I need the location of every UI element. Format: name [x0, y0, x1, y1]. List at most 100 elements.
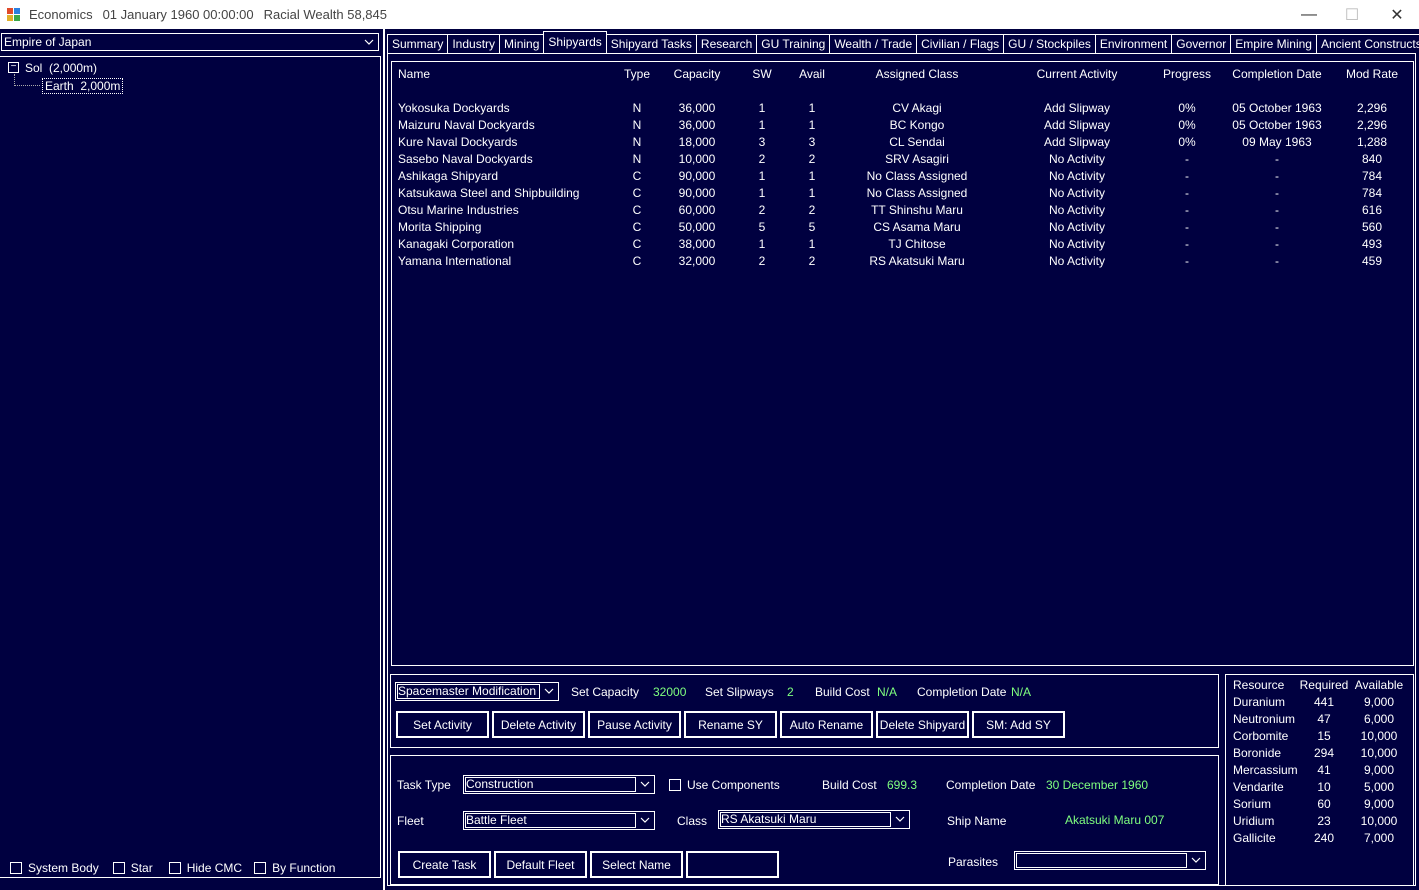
chevron-down-icon	[362, 34, 376, 50]
checkbox-icon	[10, 862, 22, 874]
pane-divider[interactable]	[383, 29, 385, 890]
maximize-button[interactable]: ☐	[1329, 0, 1375, 29]
blank-button[interactable]	[686, 851, 779, 878]
task-type-label: Task Type	[397, 778, 451, 792]
table-cell: RS Akatsuki Maru	[869, 254, 965, 268]
column-header[interactable]: Assigned Class	[837, 67, 997, 81]
tab-mining[interactable]: Mining	[499, 34, 545, 53]
chevron-down-icon	[638, 776, 652, 792]
default-fleet-button[interactable]: Default Fleet	[494, 851, 587, 878]
tab-research[interactable]: Research	[695, 34, 758, 53]
ship-name-value[interactable]: Akatsuki Maru 007	[1065, 813, 1164, 827]
tab-shipyards[interactable]: Shipyards	[543, 31, 607, 52]
table-cell: CS Asama Maru	[873, 220, 961, 234]
task-completion-label: Completion Date	[946, 778, 1036, 792]
resource-value: 240	[1313, 831, 1335, 845]
resource-value: 47	[1317, 712, 1331, 726]
resource-value: 15	[1317, 729, 1331, 743]
table-cell: CL Sendai	[889, 135, 945, 149]
table-cell: Kanagaki Corporation	[398, 237, 515, 251]
activity-type-select[interactable]: Spacemaster Modification	[395, 682, 559, 701]
resource-value: 6,000	[1363, 712, 1395, 726]
resource-value: 9,000	[1363, 797, 1395, 811]
resource-name: Duranium	[1233, 695, 1286, 709]
delete-shipyard-button[interactable]: Delete Shipyard	[876, 711, 969, 738]
tab-gu-training[interactable]: GU Training	[756, 34, 831, 53]
resource-name: Corbomite	[1233, 729, 1289, 743]
checkbox-hide-cmc[interactable]: Hide CMC	[168, 861, 242, 875]
close-icon: ✕	[1390, 6, 1404, 24]
table-cell: Yamana International	[398, 254, 512, 268]
activity-panel: Spacemaster Modification Set Capacity 32…	[390, 674, 1219, 748]
checkbox-icon	[112, 862, 125, 874]
auto-rename-button[interactable]: Auto Rename	[780, 711, 873, 738]
table-cell: 560	[1361, 220, 1383, 234]
table-cell: Sasebo Naval Dockyards	[398, 152, 533, 166]
resource-header: Resource	[1233, 678, 1285, 692]
minimize-button[interactable]: —	[1286, 0, 1332, 29]
fleet-select[interactable]: Battle Fleet	[463, 811, 655, 830]
build-cost-value: N/A	[877, 685, 898, 699]
rename-sy-button[interactable]: Rename SY	[684, 711, 777, 738]
activity-type-value: Spacemaster Modification	[398, 684, 537, 698]
completion-date-value: N/A	[1011, 685, 1032, 699]
table-cell: 840	[1361, 152, 1383, 166]
table-cell: 616	[1361, 203, 1383, 217]
checkbox-label: System Body	[28, 861, 99, 875]
tab-environment[interactable]: Environment	[1094, 34, 1173, 53]
tab-empire-mining[interactable]: Empire Mining	[1230, 34, 1317, 53]
empire-select[interactable]: Empire of Japan	[1, 33, 379, 51]
resources-panel: Resource Required Available Duranium 441 9,00…	[1225, 674, 1414, 886]
set-capacity-label: Set Capacity	[571, 685, 640, 699]
create-task-button[interactable]: Create Task	[398, 851, 491, 878]
use-components-checkbox[interactable]: Use Components	[669, 778, 780, 792]
tree-node-earth[interactable]: Earth 2,000m	[42, 78, 124, 94]
close-button[interactable]: ✕	[1374, 0, 1419, 29]
tab-strip: Summary Industry Mining Shipyards Shipyard T…	[387, 31, 1419, 53]
sm-add-sy-button[interactable]: SM: Add SY	[972, 711, 1065, 738]
set-capacity-value[interactable]: 32000	[653, 685, 686, 699]
resource-value: 441	[1313, 695, 1335, 709]
checkbox-by-function[interactable]: By Function	[254, 861, 335, 875]
shipyards-table[interactable]: Name Type Capacity SW Avail Assigned Class Cur…	[391, 61, 1414, 666]
class-value: RS Akatsuki Maru	[721, 812, 817, 826]
tab-wealth-trade[interactable]: Wealth / Trade	[829, 34, 918, 53]
empire-select-value: Empire of Japan	[4, 35, 92, 49]
tab-industry[interactable]: Industry	[447, 34, 501, 53]
parasites-label: Parasites	[948, 855, 999, 869]
resource-name: Vendarite	[1233, 780, 1284, 794]
left-pane: Empire of Japan − Sol (2,000m) Earth 2,0…	[0, 29, 383, 890]
select-name-button[interactable]: Select Name	[590, 851, 683, 878]
chevron-down-icon	[542, 683, 556, 699]
column-header[interactable]: Name	[398, 67, 430, 81]
tab-shipyard-tasks[interactable]: Shipyard Tasks	[605, 34, 697, 53]
filter-checkboxes: System Body Star Hide CMC By Function	[0, 861, 383, 875]
checkbox-star[interactable]: Star	[112, 861, 153, 875]
task-type-select[interactable]: Construction	[463, 775, 655, 794]
tab-governor[interactable]: Governor	[1171, 34, 1232, 53]
tab-ancient-constructs[interactable]: Ancient Constructs	[1315, 34, 1419, 53]
checkbox-system-body[interactable]: System Body	[10, 861, 99, 875]
set-slipways-value[interactable]: 2	[787, 685, 794, 699]
checkbox-label: By Function	[272, 861, 336, 875]
column-header[interactable]: Mod Rate	[1292, 67, 1419, 81]
resource-name: Gallicite	[1233, 831, 1276, 845]
parasites-select[interactable]	[1014, 851, 1206, 870]
collapse-icon[interactable]: −	[8, 62, 19, 73]
resource-value: 10,000	[1360, 814, 1398, 828]
system-tree[interactable]: − Sol (2,000m) Earth 2,000m	[0, 56, 381, 878]
set-activity-button[interactable]: Set Activity	[396, 711, 489, 738]
tab-gu-stockpiles[interactable]: GU / Stockpiles	[1003, 34, 1096, 53]
delete-activity-button[interactable]: Delete Activity	[492, 711, 585, 738]
set-slipways-label: Set Slipways	[705, 685, 774, 699]
table-cell: TT Shinshu Maru	[871, 203, 963, 217]
checkbox-icon	[168, 862, 181, 874]
class-select[interactable]: RS Akatsuki Maru	[718, 810, 910, 829]
tab-summary[interactable]: Summary	[387, 34, 449, 53]
pause-activity-button[interactable]: Pause Activity	[588, 711, 681, 738]
table-cell: 2,296	[1356, 118, 1388, 132]
table-cell: 784	[1361, 186, 1383, 200]
tab-civilian-flags[interactable]: Civilian / Flags	[916, 34, 1005, 53]
fleet-label: Fleet	[397, 814, 424, 828]
tree-node-sol[interactable]: Sol (2,000m)	[25, 61, 97, 75]
